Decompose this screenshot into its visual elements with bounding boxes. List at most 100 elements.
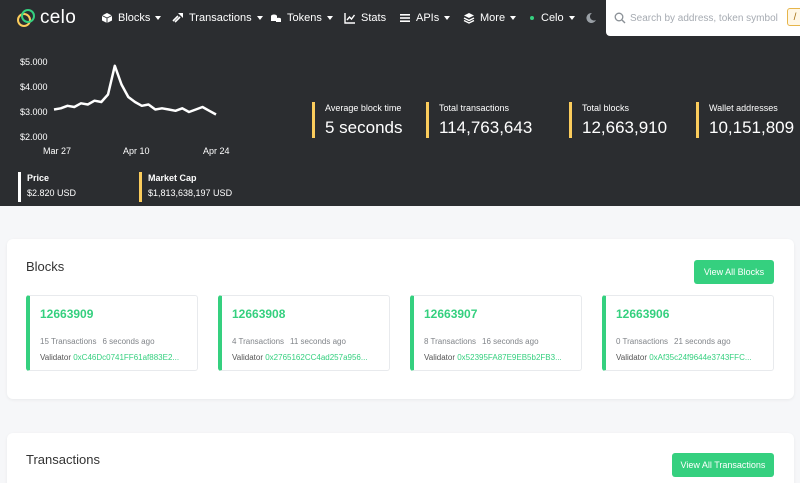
price-value: $2.820 USD [27, 188, 77, 198]
x-tick-label: Mar 27 [43, 146, 72, 156]
layers-icon [463, 13, 475, 24]
brand-name: celo [40, 7, 77, 28]
nav-more[interactable]: More [463, 9, 517, 27]
cube-icon [101, 13, 113, 23]
stat-value: 5 seconds [325, 118, 403, 137]
block-tile[interactable]: 12663908 4 Transactions 11 seconds ago Va… [218, 295, 390, 371]
x-tick-label: Apr 24 [203, 146, 230, 156]
block-number-link[interactable]: 12663908 [232, 307, 285, 321]
stat-average-block-time: Average block time 5 seconds [312, 102, 403, 138]
block-meta: 8 Transactions 16 seconds ago [424, 337, 539, 346]
search-bar[interactable]: / [606, 0, 800, 36]
stat-value: 10,151,809 [709, 118, 795, 137]
price-stat: Price $2.820 USD [18, 172, 76, 202]
block-tile[interactable]: 12663907 8 Transactions 16 seconds ago Va… [410, 295, 582, 371]
market-cap-label: Market Cap [148, 173, 197, 183]
stat-value: 114,763,643 [439, 118, 533, 137]
celo-logo[interactable]: celo [16, 6, 76, 30]
stat-label: Total transactions [439, 103, 510, 113]
block-age: 11 seconds ago [290, 337, 346, 346]
stat-total-blocks: Total blocks 12,663,910 [569, 102, 667, 138]
search-shortcut-key: / [787, 8, 800, 26]
block-number-link[interactable]: 12663907 [424, 307, 477, 321]
block-tx-count: 8 Transactions [424, 337, 477, 346]
view-all-blocks-button[interactable]: View All Blocks [694, 260, 774, 284]
stat-wallet-addresses: Wallet addresses 10,151,809 [696, 102, 794, 138]
block-tile[interactable]: 12663909 15 Transactions 6 seconds ago Va… [26, 295, 198, 371]
moon-icon [586, 12, 596, 23]
dashboard-header: celo Blocks Transactions Tokens Stats AP… [0, 0, 800, 206]
network-selector[interactable]: Celo [530, 9, 575, 27]
block-meta: 4 Transactions 11 seconds ago [232, 337, 346, 346]
nav-apis-label: APIs [416, 12, 440, 24]
chevron-down-icon [510, 16, 517, 20]
transactions-card: Transactions View All Transactions [7, 433, 794, 483]
price-line-plot [53, 64, 217, 116]
search-input[interactable] [630, 12, 778, 24]
transactions-card-title: Transactions [26, 452, 100, 467]
celo-logo-icon [17, 9, 35, 27]
validator-address-link[interactable]: 0xC46Dc0741FF61af883E2... [73, 353, 179, 362]
nav-stats[interactable]: Stats [344, 9, 386, 27]
x-tick-label: Apr 10 [123, 146, 150, 156]
market-cap-value: $1,813,638,197 USD [148, 188, 233, 198]
block-age: 16 seconds ago [482, 337, 539, 346]
search-icon [614, 12, 626, 24]
price-chart: $5.000 $4.000 $3.000 $2.000 Mar 27 Apr 1… [14, 52, 244, 160]
block-number-link[interactable]: 12663909 [40, 307, 93, 321]
block-validator: Validator 0xC46Dc0741FF61af883E2... [40, 353, 194, 362]
nav-tokens-label: Tokens [287, 12, 322, 24]
blocks-card: Blocks View All Blocks 12663909 15 Trans… [7, 239, 794, 399]
chevron-down-icon [155, 16, 162, 20]
chevron-down-icon [568, 16, 575, 20]
validator-label: Validator [232, 353, 263, 362]
chevron-down-icon [326, 16, 333, 20]
arrows-icon [172, 13, 183, 23]
network-label: Celo [541, 12, 564, 24]
blocks-card-title: Blocks [26, 259, 65, 274]
coins-icon [271, 14, 281, 22]
market-cap-stat: Market Cap $1,813,638,197 USD [139, 172, 232, 202]
stat-label: Wallet addresses [709, 103, 778, 113]
block-age: 21 seconds ago [674, 337, 731, 346]
nav-transactions-label: Transactions [189, 12, 252, 24]
block-number-link[interactable]: 12663906 [616, 307, 669, 321]
validator-label: Validator [616, 353, 647, 362]
nav-apis[interactable]: APIs [399, 9, 451, 27]
view-all-transactions-button[interactable]: View All Transactions [672, 453, 774, 477]
price-series-line [53, 64, 217, 116]
chevron-down-icon [256, 16, 263, 20]
nav-tokens[interactable]: Tokens [270, 9, 333, 27]
nav-stats-label: Stats [361, 12, 387, 24]
stat-value: 12,663,910 [582, 118, 668, 137]
theme-toggle[interactable] [585, 9, 602, 27]
nav-more-label: More [480, 12, 506, 24]
validator-address-link[interactable]: 0x2765162CC4ad257a956... [265, 353, 367, 362]
block-tile[interactable]: 12663906 0 Transactions 21 seconds ago Va… [602, 295, 774, 371]
block-meta: 0 Transactions 21 seconds ago [616, 337, 731, 346]
navbar: celo Blocks Transactions Tokens Stats AP… [0, 0, 800, 36]
block-meta: 15 Transactions 6 seconds ago [40, 337, 155, 346]
chevron-down-icon [444, 16, 451, 20]
validator-address-link[interactable]: 0x52395FA87E9EB5b2FB3... [457, 353, 562, 362]
block-tx-count: 0 Transactions [616, 337, 669, 346]
nav-transactions[interactable]: Transactions [172, 9, 263, 27]
block-validator: Validator 0xAf35c24f9644e3743FFC... [616, 353, 770, 362]
stats-icon [344, 13, 356, 24]
price-label: Price [27, 173, 50, 183]
stat-label: Total blocks [582, 103, 630, 113]
nav-blocks[interactable]: Blocks [101, 9, 162, 27]
block-tx-count: 15 Transactions [40, 337, 97, 346]
validator-address-link[interactable]: 0xAf35c24f9644e3743FFC... [649, 353, 751, 362]
validator-label: Validator [40, 353, 71, 362]
validator-label: Validator [424, 353, 455, 362]
nav-blocks-label: Blocks [118, 12, 151, 24]
block-validator: Validator 0x52395FA87E9EB5b2FB3... [424, 353, 578, 362]
block-tx-count: 4 Transactions [232, 337, 285, 346]
list-icon [400, 14, 410, 22]
block-age: 6 seconds ago [102, 337, 155, 346]
stat-label: Average block time [325, 103, 402, 113]
stat-total-transactions: Total transactions 114,763,643 [426, 102, 532, 138]
network-status-dot [530, 16, 534, 20]
block-validator: Validator 0x2765162CC4ad257a956... [232, 353, 386, 362]
